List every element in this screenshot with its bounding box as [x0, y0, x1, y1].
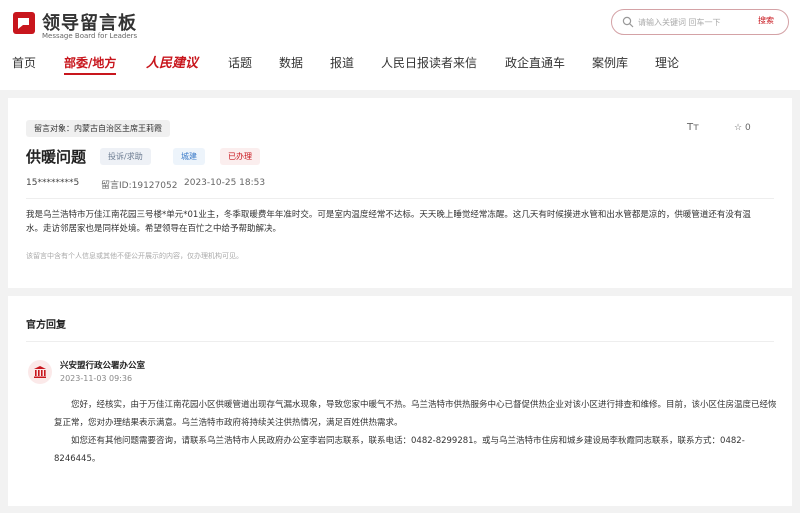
divider	[26, 341, 774, 342]
nav-item-data[interactable]: 数据	[279, 54, 303, 71]
site-logo[interactable]: 领导留言板 Message Board for Leaders	[12, 9, 142, 40]
message-id: 留言ID:19127052	[101, 181, 178, 191]
message-title: 供暖问题	[26, 148, 87, 166]
logo-subtitle: Message Board for Leaders	[42, 32, 138, 40]
nav-item-enterprise-express[interactable]: 政企直通车	[505, 54, 565, 71]
reply-content: 您好，经核实，由于万佳江南花园小区供暖管道出现存气漏水现象，导致您家中暖气不热。…	[54, 396, 778, 468]
nav-item-case-library[interactable]: 案例库	[592, 54, 628, 71]
nav-item-people-suggestions[interactable]: 人民建议	[146, 52, 198, 71]
reply-paragraph: 如您还有其他问题需要咨询，请联系乌兰浩特市人民政府办公室李岩同志联系，联系电话：…	[54, 436, 745, 464]
org-avatar	[28, 360, 52, 384]
tag-urban-construction[interactable]: 城建	[173, 148, 205, 165]
message-content: 我是乌兰浩特市万佳江南花园三号楼*单元*01业主，冬季取暖费年年准时交。可是室内…	[26, 210, 751, 234]
tag-status-handled: 已办理	[220, 148, 260, 165]
message-target: 留言对象：内蒙古自治区主席王莉霞	[26, 120, 170, 137]
reply-org-name: 兴安盟行政公署办公室	[60, 361, 146, 371]
reply-date: 2023-11-03 09:36	[60, 374, 133, 383]
nav-item-topics[interactable]: 话题	[228, 54, 252, 71]
reply-paragraph: 您好，经核实，由于万佳江南花园小区供暖管道出现存气漏水现象，导致您家中暖气不热。…	[54, 400, 777, 428]
logo-mark-icon	[13, 12, 35, 34]
message-user: 15********5	[26, 178, 80, 188]
reply-section-title: 官方回复	[26, 320, 66, 331]
favorite-button[interactable]: ☆ 0	[734, 123, 751, 133]
search-input[interactable]	[638, 14, 748, 30]
nav-active-underline	[64, 73, 116, 75]
privacy-note: 该留言中含有个人信息或其他不便公开展示的内容，仅办理机构可见。	[26, 252, 243, 260]
star-icon: ☆	[734, 123, 743, 133]
nav-item-theory[interactable]: 理论	[655, 54, 679, 71]
site-header: 领导留言板 Message Board for Leaders 搜索 首页 部委…	[0, 0, 800, 90]
main-nav: 首页 部委/地方 人民建议 话题 数据 报道 人民日报读者来信 政企直通车 案例…	[0, 52, 800, 75]
nav-item-reader-letters[interactable]: 人民日报读者来信	[381, 54, 477, 71]
message-card: 留言对象：内蒙古自治区主席王莉霞 Tт ☆ 0 供暖问题 投诉/求助 城建 已办…	[8, 98, 792, 288]
search-box: 搜索	[611, 9, 789, 35]
search-icon	[622, 16, 634, 28]
nav-item-reports[interactable]: 报道	[330, 54, 354, 71]
favorite-count: 0	[744, 123, 751, 133]
nav-item-home[interactable]: 首页	[12, 54, 36, 71]
tag-complaint[interactable]: 投诉/求助	[100, 148, 151, 165]
reply-card: 官方回复 兴安盟行政公署办公室 2023-11-03 09:36 您好，经核实，…	[8, 296, 792, 506]
message-date: 2023-10-25 18:53	[184, 178, 266, 188]
divider	[26, 198, 774, 199]
search-button[interactable]: 搜索	[758, 15, 774, 26]
government-building-icon	[34, 366, 46, 378]
font-size-icon[interactable]: Tт	[687, 122, 699, 133]
nav-item-ministries-local[interactable]: 部委/地方	[64, 54, 116, 71]
